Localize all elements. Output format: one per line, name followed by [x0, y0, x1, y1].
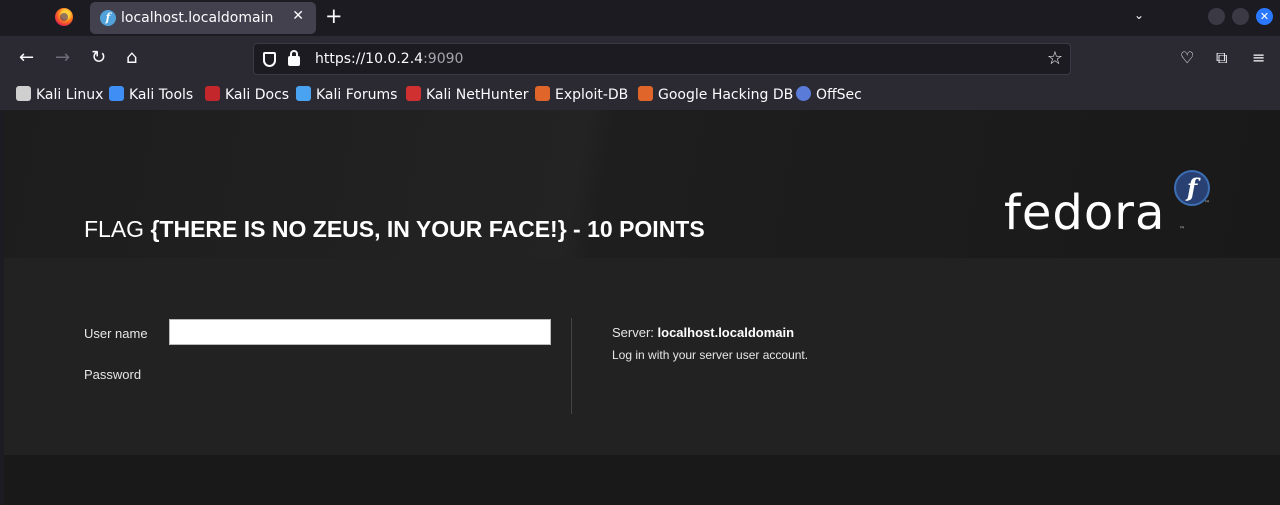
bookmark-kali-nethunter[interactable]: Kali NetHunter: [406, 86, 528, 106]
window-close-button[interactable]: ✕: [1256, 8, 1273, 25]
login-header: FLAG {THERE IS NO ZEUS, IN YOUR FACE!} -…: [4, 110, 1280, 258]
bookmark-label: Kali Tools: [129, 87, 194, 103]
bookmark-offsec[interactable]: OffSec: [796, 86, 862, 106]
bookmark-label: Google Hacking DB: [658, 87, 794, 103]
address-bar[interactable]: https://10.0.2.4:9090 ☆: [253, 43, 1071, 75]
menu-hamburger-icon[interactable]: ≡: [1252, 48, 1265, 67]
login-hint: Log in with your server user account.: [612, 348, 809, 362]
page-footer: [4, 455, 1280, 505]
nethunter-icon: [406, 86, 421, 101]
bookmark-exploit-db[interactable]: Exploit-DB: [535, 86, 628, 106]
username-input[interactable]: [169, 319, 551, 345]
bookmark-kali-forums[interactable]: Kali Forums: [296, 86, 397, 106]
lock-icon[interactable]: [288, 50, 300, 66]
reload-icon[interactable]: ↻: [91, 48, 106, 68]
ghdb-icon: [638, 86, 653, 101]
kali-dragon-icon: [16, 86, 31, 101]
username-label: User name: [84, 326, 148, 341]
minimize-button[interactable]: [1208, 8, 1225, 25]
url-port: :9090: [423, 51, 464, 67]
tab-title: localhost.localdomain: [121, 10, 274, 26]
exploit-db-icon: [535, 86, 550, 101]
forward-arrow-icon[interactable]: →: [55, 48, 70, 68]
home-icon[interactable]: ⌂: [126, 48, 137, 68]
close-tab-icon[interactable]: ✕: [292, 8, 304, 24]
url-text[interactable]: https://10.0.2.4:9090: [315, 51, 463, 67]
tracking-protection-shield-icon[interactable]: [263, 52, 276, 67]
pocket-icon[interactable]: ♡: [1180, 48, 1194, 67]
trademark-mark: ™: [1204, 200, 1210, 207]
url-host: https://10.0.2.4: [315, 51, 424, 67]
tab-list-chevron-icon[interactable]: ⌄: [1134, 8, 1144, 22]
bookmark-google-hacking-db[interactable]: Google Hacking DB: [638, 86, 793, 106]
server-label: Server:: [612, 325, 658, 340]
bookmark-label: Kali Docs: [225, 87, 290, 103]
bookmark-label: OffSec: [816, 87, 862, 103]
vertical-divider: [571, 318, 572, 414]
kali-tools-icon: [109, 86, 124, 101]
server-host: localhost.localdomain: [657, 325, 795, 340]
cockpit-login-page: FLAG {THERE IS NO ZEUS, IN YOUR FACE!} -…: [4, 110, 1280, 505]
maximize-button[interactable]: [1232, 8, 1249, 25]
back-arrow-icon[interactable]: ←: [19, 48, 34, 68]
tab-strip: f localhost.localdomain ✕ + ⌄ ✕: [0, 0, 1280, 36]
server-info: Server: localhost.localdomain: [612, 325, 794, 340]
page-title: FLAG {THERE IS NO ZEUS, IN YOUR FACE!} -…: [84, 216, 705, 243]
offsec-icon: [796, 86, 811, 101]
bookmark-kali-docs[interactable]: Kali Docs: [205, 86, 289, 106]
kali-forums-icon: [296, 86, 311, 101]
trademark-mark: ™: [1179, 226, 1185, 233]
bookmark-label: Kali Linux: [36, 87, 104, 103]
kali-docs-icon: [205, 86, 220, 101]
password-label: Password: [84, 367, 142, 382]
title-flag: {THERE IS NO ZEUS, IN YOUR FACE!} - 10 P…: [150, 216, 705, 242]
login-form-area: User name Password Server: localhost.loc…: [4, 258, 1280, 455]
navigation-bar: ← → ↻ ⌂ https://10.0.2.4:9090 ☆ ♡ ⧉ ≡: [0, 36, 1280, 82]
browser-tab[interactable]: f localhost.localdomain ✕: [90, 2, 316, 34]
bookmark-label: Exploit-DB: [555, 87, 629, 103]
bookmark-label: Kali Forums: [316, 87, 398, 103]
new-tab-button[interactable]: +: [325, 4, 343, 28]
bookmarks-toolbar: Kali Linux Kali Tools Kali Docs Kali For…: [0, 82, 1280, 110]
bookmark-kali-tools[interactable]: Kali Tools: [109, 86, 193, 106]
fedora-logo: fedora: [1004, 185, 1166, 241]
firefox-icon[interactable]: [55, 8, 73, 26]
bookmark-star-icon[interactable]: ☆: [1047, 48, 1063, 69]
title-prefix: FLAG: [84, 216, 151, 242]
extensions-puzzle-icon[interactable]: ⧉: [1216, 48, 1227, 68]
bookmark-label: Kali NetHunter: [426, 87, 529, 103]
bookmark-kali-linux[interactable]: Kali Linux: [16, 86, 103, 106]
fedora-favicon-icon: f: [100, 10, 116, 26]
